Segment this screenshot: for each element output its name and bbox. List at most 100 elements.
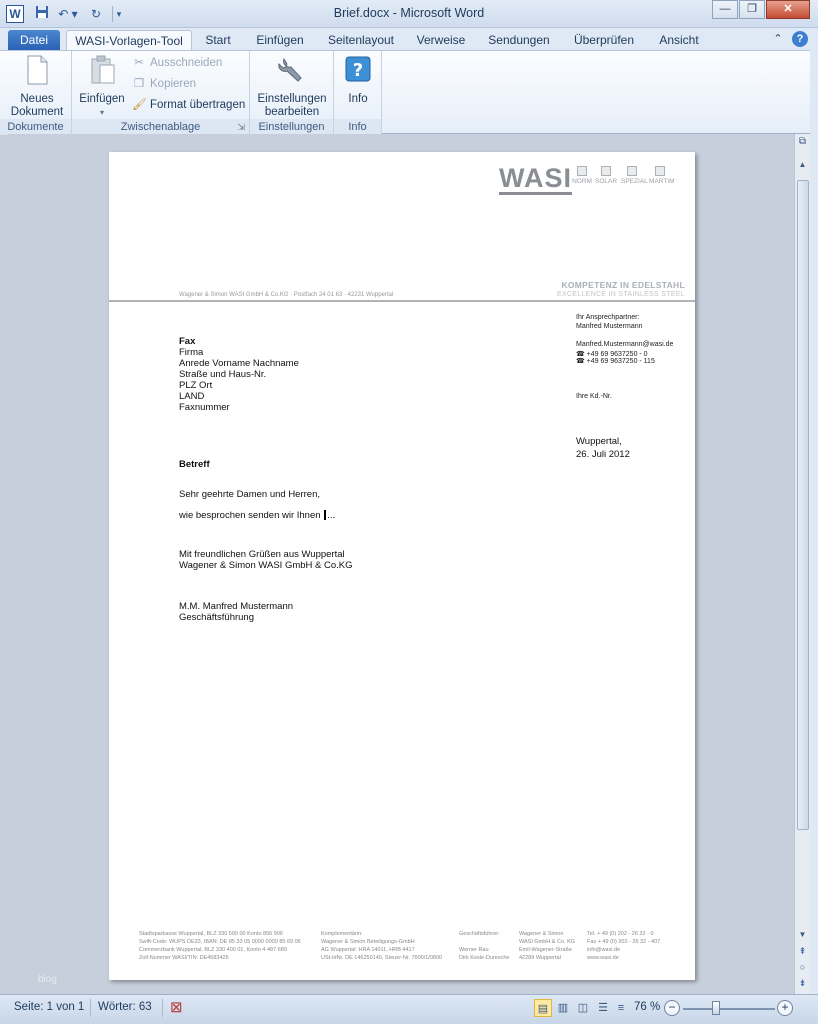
help-icon[interactable]: ? xyxy=(792,31,808,47)
group-label-dokumente: Dokumente xyxy=(0,119,71,135)
group-label-zwischenablage: Zwischenablage xyxy=(72,119,249,135)
document-area[interactable]: WASI NORM SOLAR SPEZIAL MARTIM KOMPETENZ… xyxy=(8,134,794,994)
recipient-name: Anrede Vorname Nachname xyxy=(179,358,299,369)
recipient-country: LAND xyxy=(179,391,205,402)
info-button[interactable]: ? Info xyxy=(338,55,378,106)
paste-icon xyxy=(91,55,115,84)
logo-spezial: SPEZIAL xyxy=(621,166,648,185)
einstellungen-label-1: Einstellungen xyxy=(257,93,327,105)
letter-subject: Betreff xyxy=(179,459,210,470)
footer-geschaeftsfuehrer: Geschäftsführer: Werner Rau Dirk Kesle-D… xyxy=(459,931,510,961)
status-bar: Seite: 1 von 1 Wörter: 63 ⊠ ▤ ▥ ◫ ☰ ≡ 76… xyxy=(0,994,818,1024)
contact-email: Manfred.Mustermann@wasi.de xyxy=(576,341,674,348)
einstellungen-bearbeiten-button[interactable]: Einstellungen bearbeiten xyxy=(254,55,330,119)
info-label: Info xyxy=(348,93,368,105)
letter-signer: M.M. Manfred Mustermann xyxy=(179,601,294,612)
kompetenz-slogan: KOMPETENZ IN EDELSTAHL xyxy=(561,280,685,290)
letter-company: Wagener & Simon WASI GmbH & Co.KG xyxy=(179,560,353,571)
contact-label: Ihr Ansprechpartner: xyxy=(576,314,640,321)
ribbon-tabs: Datei WASI-Vorlagen-Tool Start Einfügen … xyxy=(0,28,818,50)
next-page-icon[interactable]: ⇟ xyxy=(796,978,809,992)
word-count[interactable]: Wörter: 63 xyxy=(98,1001,152,1013)
tab-start[interactable]: Start xyxy=(198,30,238,50)
draft-view-icon[interactable]: ≡ xyxy=(612,999,630,1017)
letter-closing: Mit freundlichen Grüßen aus Wuppertal xyxy=(179,549,345,560)
window-border xyxy=(810,28,818,994)
neues-dokument-label-1: Neues xyxy=(20,93,54,105)
kd-nr-label: Ihre Kd.-Nr. xyxy=(576,393,612,400)
ausschneiden-button[interactable]: ✂ Ausschneiden xyxy=(132,54,222,72)
einfuegen-button[interactable]: Einfügen ▾ xyxy=(76,55,128,119)
recipient-fax: Fax xyxy=(179,336,196,347)
previous-page-icon[interactable]: ⇞ xyxy=(796,946,809,960)
tab-einfuegen[interactable]: Einfügen xyxy=(250,30,310,50)
page-count[interactable]: Seite: 1 von 1 xyxy=(14,1001,84,1013)
contact-fax: ☎ +49 69 9637250 - 115 xyxy=(576,358,655,365)
zoom-level[interactable]: 76 % xyxy=(634,1001,660,1013)
recipient-faxnumber: Faxnummer xyxy=(179,402,230,413)
status-separator xyxy=(90,999,91,1017)
tab-ansicht[interactable]: Ansicht xyxy=(654,30,704,50)
scroll-down-icon[interactable]: ▼ xyxy=(796,930,809,944)
tab-ueberpruefen[interactable]: Überprüfen xyxy=(568,30,640,50)
group-dokumente: Neues Dokument Dokumente xyxy=(0,51,72,135)
recipient-firma: Firma xyxy=(179,347,204,358)
neues-dokument-label-2: Dokument xyxy=(10,106,64,118)
scissors-icon: ✂ xyxy=(134,57,144,69)
sender-line: Wagener & Simon WASI GmbH & Co.KG · Post… xyxy=(179,292,394,298)
group-info: ? Info Info xyxy=(334,51,382,135)
footer-contact: Tel. + 49 (0) 202 - 26 32 - 0 Fax + 49 (… xyxy=(587,931,661,961)
document-page[interactable]: WASI NORM SOLAR SPEZIAL MARTIM KOMPETENZ… xyxy=(109,152,695,980)
zoom-slider[interactable] xyxy=(683,1008,775,1010)
vertical-scrollbar[interactable]: ⧉ ▲ ▼ ⇞ ○ ⇟ xyxy=(794,134,810,994)
watermark-text: blog xyxy=(38,974,57,985)
zoom-out-icon[interactable]: − xyxy=(664,1000,680,1016)
ausschneiden-label: Ausschneiden xyxy=(150,57,223,69)
recipient-street: Straße und Haus-Nr. xyxy=(179,369,267,380)
print-layout-view-icon[interactable]: ▤ xyxy=(534,999,552,1017)
svg-text:?: ? xyxy=(353,60,363,81)
tab-sendungen[interactable]: Sendungen xyxy=(484,30,554,50)
neues-dokument-button[interactable]: Neues Dokument xyxy=(6,55,68,119)
kopieren-button[interactable]: ❐ Kopieren xyxy=(132,75,196,93)
tab-wasi-vorlagen-tool[interactable]: WASI-Vorlagen-Tool xyxy=(66,30,192,50)
group-zwischenablage: Einfügen ▾ ✂ Ausschneiden ❐ Kopieren 🖌 Form… xyxy=(72,51,250,135)
einfuegen-label: Einfügen xyxy=(79,93,125,105)
web-layout-icon[interactable]: ◫ xyxy=(574,999,592,1017)
contact-name: Manfred Mustermann xyxy=(576,323,643,330)
group-label-einstellungen: Einstellungen xyxy=(250,119,333,135)
group-einstellungen: Einstellungen bearbeiten Einstellungen xyxy=(250,51,334,135)
maximize-button[interactable]: ❐ xyxy=(739,0,765,19)
status-separator xyxy=(162,999,163,1017)
einfuegen-dropdown-icon[interactable]: ▾ xyxy=(76,106,128,119)
collapse-ribbon-icon[interactable]: ⌃ xyxy=(770,31,786,47)
header-divider xyxy=(109,300,695,302)
proofing-icon[interactable]: ⊠ xyxy=(170,998,183,1016)
ruler-toggle-icon[interactable]: ⧉ xyxy=(796,136,809,150)
format-uebertragen-button[interactable]: 🖌 Format übertragen xyxy=(132,96,245,114)
dialog-launcher-icon[interactable]: ⇲ xyxy=(237,122,245,133)
kopieren-label: Kopieren xyxy=(150,78,197,90)
format-painter-icon: 🖌 xyxy=(132,99,147,111)
close-button[interactable]: ✕ xyxy=(766,0,810,19)
tab-seitenlayout[interactable]: Seitenlayout xyxy=(324,30,398,50)
format-uebertragen-label: Format übertragen xyxy=(150,99,246,111)
tab-verweise[interactable]: Verweise xyxy=(412,30,470,50)
scroll-up-icon[interactable]: ▲ xyxy=(796,160,809,174)
logo-norm: NORM xyxy=(571,166,593,185)
letter-salutation: Sehr geehrte Damen und Herren, xyxy=(179,489,320,500)
zoom-in-icon[interactable]: + xyxy=(777,1000,793,1016)
einstellungen-label-2: bearbeiten xyxy=(264,106,320,118)
scroll-thumb[interactable] xyxy=(797,180,809,830)
outline-view-icon[interactable]: ☰ xyxy=(594,999,612,1017)
zoom-slider-thumb[interactable] xyxy=(712,1001,720,1015)
new-document-icon xyxy=(27,55,48,85)
minimize-button[interactable]: — xyxy=(712,0,738,19)
footer-komplementaerin: Komplementärin: Wagener & Simon Beteilig… xyxy=(321,931,443,961)
browse-object-icon[interactable]: ○ xyxy=(796,962,809,976)
tab-datei[interactable]: Datei xyxy=(8,30,60,50)
letter-body[interactable]: wie besprochen senden wir Ihnen ... xyxy=(179,510,335,521)
logo-martim: MARTIM xyxy=(649,166,675,185)
logo-solar: SOLAR xyxy=(595,166,617,185)
full-screen-reading-icon[interactable]: ▥ xyxy=(554,999,572,1017)
